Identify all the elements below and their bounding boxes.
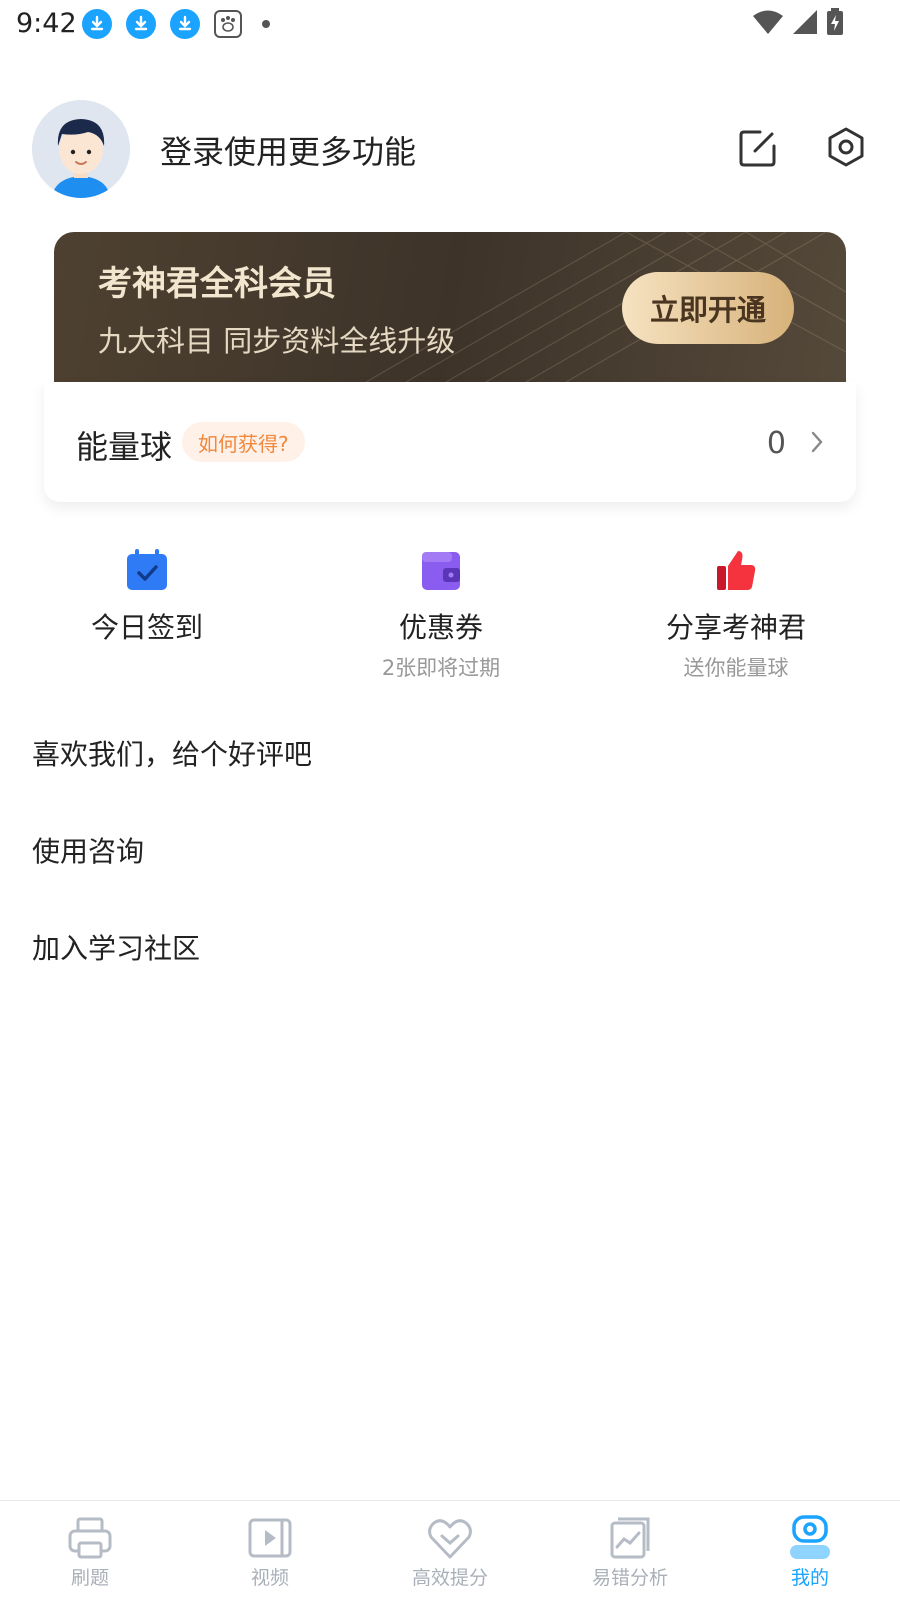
profile-icon — [786, 1515, 834, 1561]
tab-error-analysis[interactable]: 易错分析 — [540, 1501, 720, 1600]
system-icons — [744, 8, 844, 40]
tab-boost-score[interactable]: 高效提分 — [360, 1501, 540, 1600]
chart-icon — [606, 1515, 654, 1561]
tab-practice[interactable]: 刷题 — [0, 1501, 180, 1600]
dot-icon — [262, 20, 270, 28]
tab-label: 刷题 — [70, 1567, 109, 1589]
tab-mine[interactable]: 我的 — [720, 1501, 900, 1600]
tab-label: 我的 — [790, 1567, 829, 1589]
list-item-community[interactable]: 加入学习社区 — [32, 927, 200, 967]
battery-charging-icon — [826, 8, 844, 40]
quick-action-sub: 2张即将过期 — [381, 656, 501, 680]
tab-video[interactable]: 视频 — [180, 1501, 360, 1600]
wallet-icon — [419, 548, 463, 592]
quick-action-sub: 送你能量球 — [683, 656, 789, 680]
avatar[interactable] — [32, 100, 130, 198]
download-icon — [170, 9, 200, 39]
calendar-check-icon — [125, 548, 169, 592]
edit-icon[interactable] — [738, 128, 778, 168]
energy-how-to-get-badge[interactable]: 如何获得? — [182, 422, 305, 462]
tab-label: 视频 — [250, 1567, 289, 1589]
video-icon — [246, 1515, 294, 1561]
quick-action-label: 分享考神君 — [665, 611, 806, 644]
download-icon — [82, 9, 112, 39]
banner-subtitle: 九大科目 同步资料全线升级 — [98, 324, 456, 358]
heart-check-icon — [426, 1515, 474, 1561]
bottom-nav: 刷题 视频 高效提分 易错分析 我的 — [0, 1500, 900, 1600]
settings-icon[interactable] — [826, 126, 866, 168]
profile-screen: 9:42 登录使用更多功能 考神君全科会员 九大科目 同步资料全线升级 立即开通… — [0, 0, 900, 1600]
energy-label: 能量球 — [76, 428, 173, 466]
energy-value: 0 — [766, 426, 786, 461]
list-item-consult[interactable]: 使用咨询 — [32, 830, 144, 870]
membership-banner[interactable]: 考神君全科会员 九大科目 同步资料全线升级 立即开通 — [54, 232, 846, 382]
quick-action-label: 优惠券 — [398, 611, 483, 644]
signal-icon — [792, 9, 818, 39]
download-icon — [126, 9, 156, 39]
activate-button[interactable]: 立即开通 — [622, 272, 794, 344]
quick-action-coupons[interactable]: 优惠券 2张即将过期 — [291, 548, 591, 682]
wifi-icon — [752, 9, 784, 39]
quick-action-checkin[interactable]: 今日签到 — [0, 548, 297, 652]
baidu-icon — [214, 10, 242, 38]
printer-icon — [66, 1515, 114, 1561]
quick-action-label: 今日签到 — [90, 611, 203, 644]
status-bar: 9:42 — [0, 0, 900, 48]
tab-label: 高效提分 — [411, 1567, 488, 1589]
status-time: 9:42 — [16, 8, 77, 39]
banner-title: 考神君全科会员 — [98, 264, 336, 304]
thumbs-up-icon — [714, 548, 758, 592]
list-item-rate-us[interactable]: 喜欢我们，给个好评吧 — [32, 733, 312, 773]
login-prompt[interactable]: 登录使用更多功能 — [160, 127, 416, 173]
energy-card[interactable]: 能量球 如何获得? 0 — [44, 382, 856, 502]
tab-label: 易错分析 — [591, 1567, 668, 1589]
chevron-right-icon — [808, 430, 826, 454]
notification-icons — [82, 9, 270, 39]
quick-action-share[interactable]: 分享考神君 送你能量球 — [586, 548, 886, 682]
